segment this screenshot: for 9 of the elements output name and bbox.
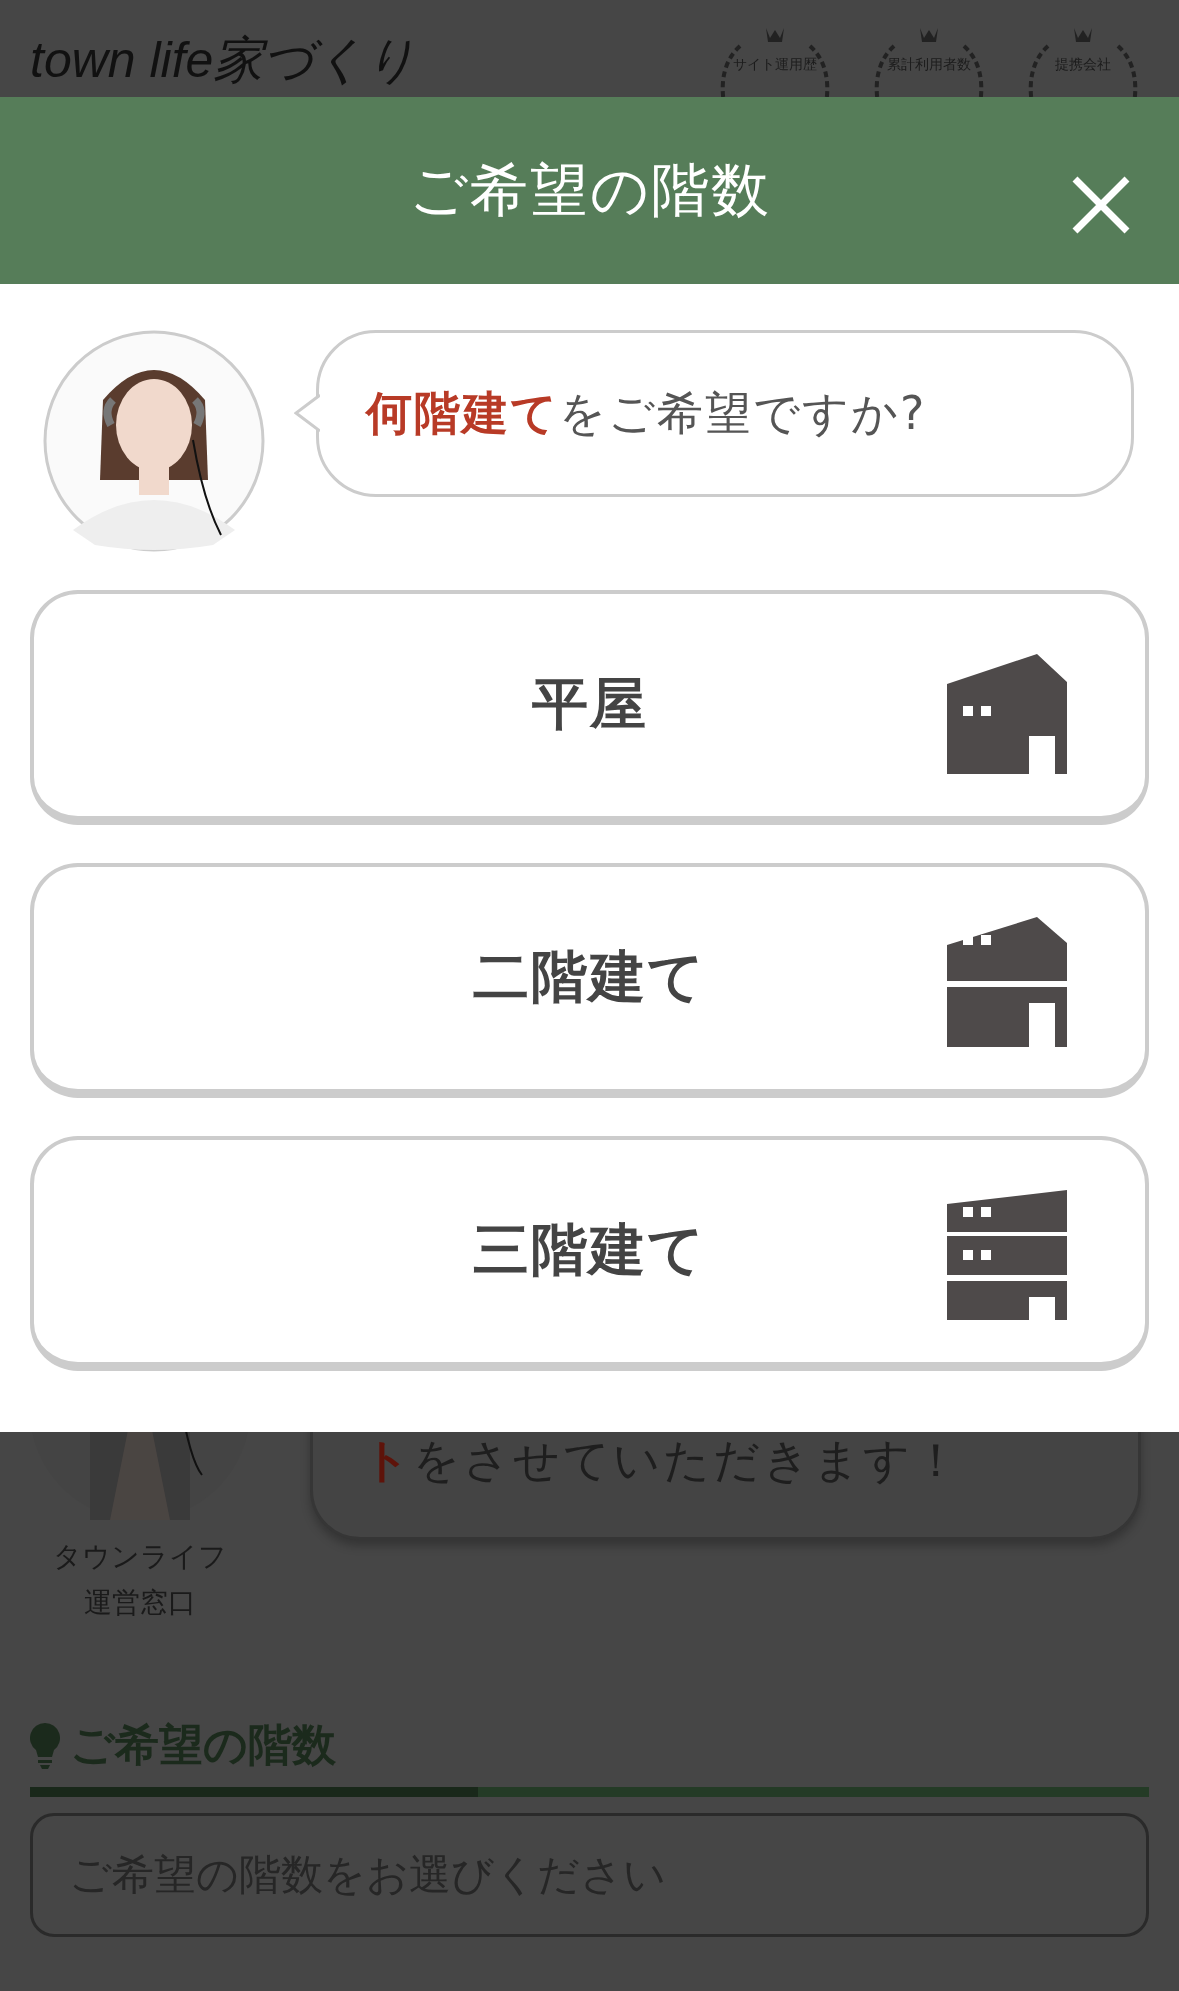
option-button[interactable]: 三階建て: [30, 1136, 1149, 1371]
house-icon: [947, 1190, 1067, 1320]
question-text: 何階建て をご希望ですか?: [366, 384, 927, 442]
close-icon[interactable]: [1071, 175, 1131, 235]
lightbulb-icon: [30, 1722, 60, 1769]
modal-title: ご希望の階数: [408, 154, 771, 226]
house-icon: [947, 917, 1067, 1047]
option-button[interactable]: 平屋: [30, 590, 1149, 825]
option-button[interactable]: 二階建て: [30, 863, 1149, 1098]
